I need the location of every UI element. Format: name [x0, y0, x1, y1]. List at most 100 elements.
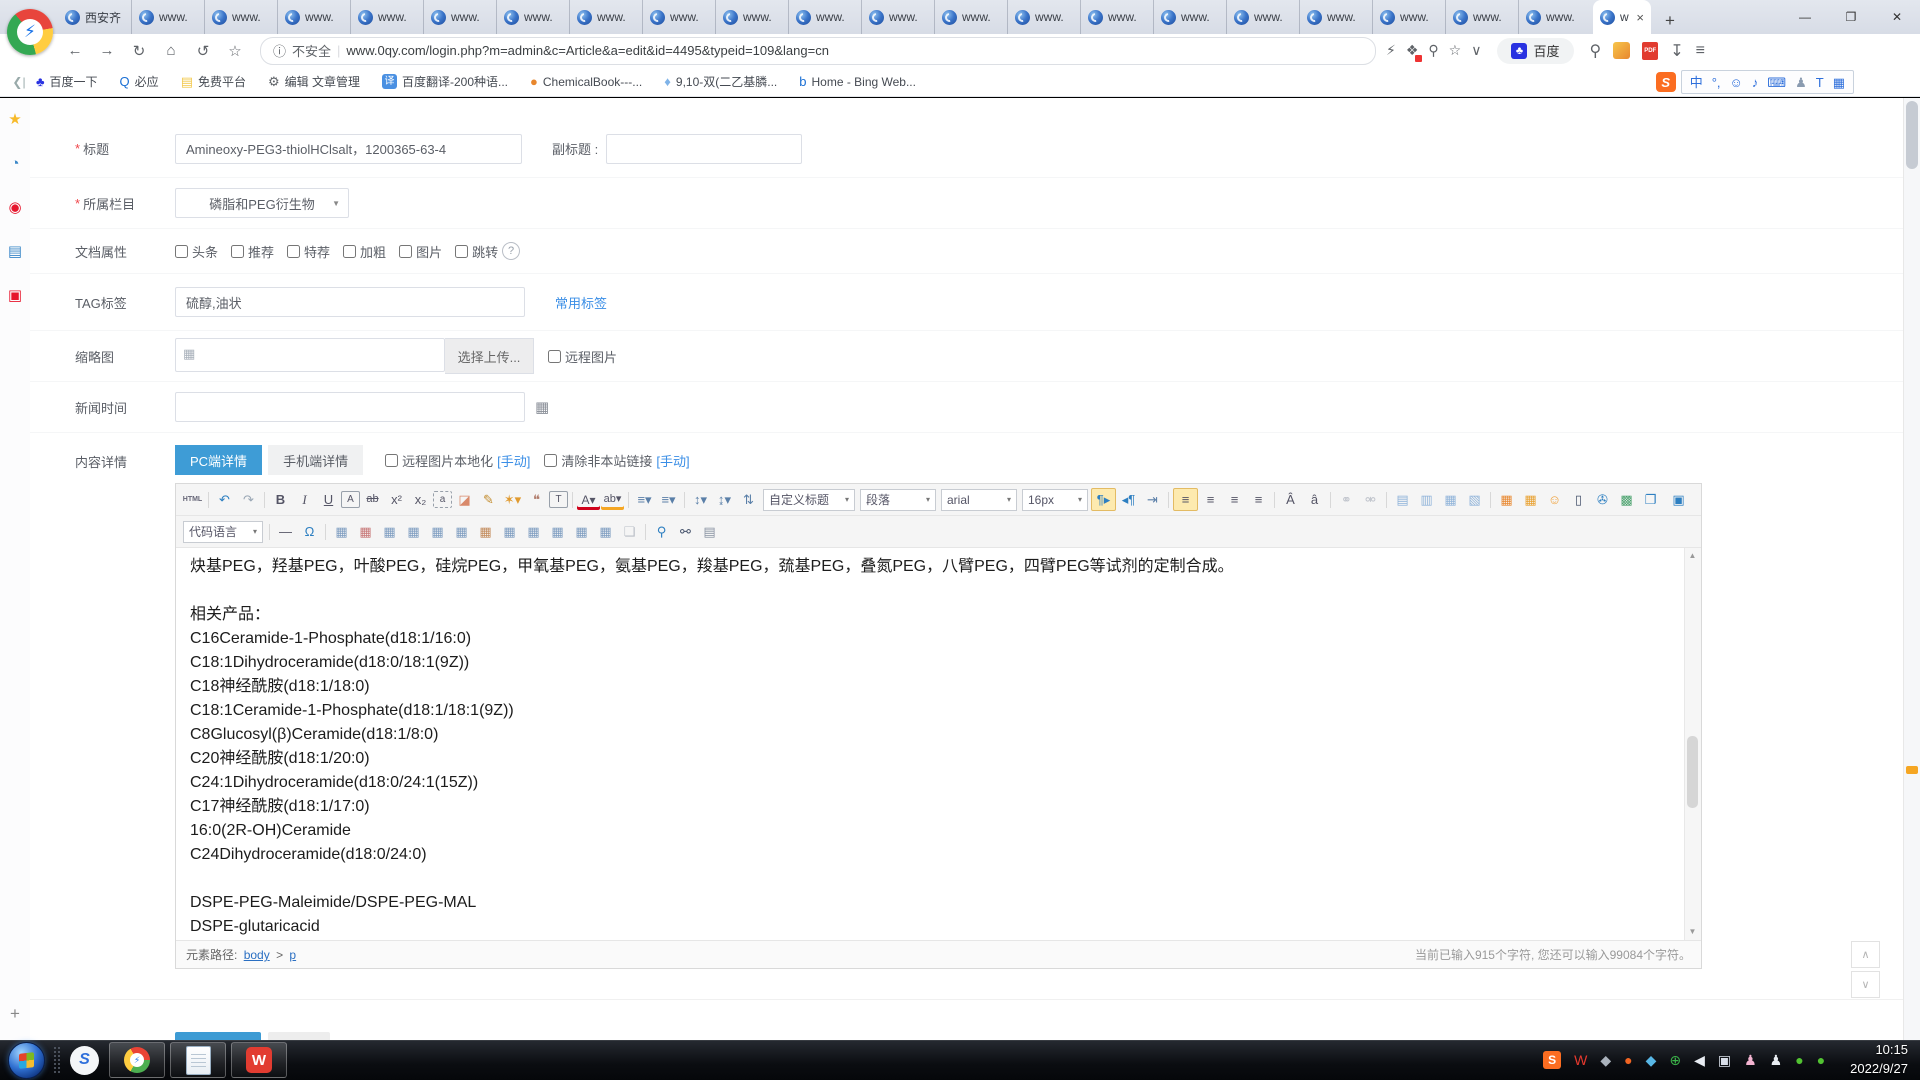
checkbox-input[interactable]	[343, 245, 356, 258]
pdf-extension-icon[interactable]: PDF	[1642, 42, 1658, 60]
bookmark-item[interactable]: ♦ 9,10-双(二乙基膦...	[664, 73, 777, 90]
browser-tab[interactable]: www.	[131, 0, 204, 34]
browser-tab[interactable]: www.	[350, 0, 423, 34]
network-icon[interactable]: ▣	[1718, 1053, 1731, 1067]
checkbox-input[interactable]	[175, 245, 188, 258]
browser-tab[interactable]: www.	[642, 0, 715, 34]
insert-row-below-icon[interactable]: ▦	[474, 521, 497, 542]
restore-session-icon[interactable]: ↺	[190, 38, 216, 64]
unlink-icon[interactable]: ⚮	[1359, 489, 1382, 510]
fullscreen-icon[interactable]: ▣	[1667, 489, 1690, 510]
align-center-icon[interactable]: ≡	[1199, 489, 1222, 510]
zoom-icon[interactable]: ⚲	[1428, 42, 1438, 59]
align-right-icon[interactable]: ≡	[1223, 489, 1246, 510]
browser-tab[interactable]: www.	[1299, 0, 1372, 34]
doc-attr-checkbox[interactable]: 头条	[175, 242, 218, 261]
merge-cells-icon[interactable]: ▦	[570, 521, 593, 542]
page-embed-icon[interactable]: ❐	[1639, 489, 1662, 510]
subtitle-input[interactable]	[606, 134, 802, 164]
doc-attr-checkbox[interactable]: 图片	[399, 242, 442, 261]
clear-external-links-checkbox[interactable]: 清除非本站链接 [手动]	[544, 451, 689, 470]
ime-account-icon[interactable]: ♟	[1795, 76, 1807, 89]
ime-toolbox-icon[interactable]: ▦	[1833, 76, 1845, 89]
new-tab-button[interactable]: +	[1657, 8, 1683, 34]
media-icon[interactable]: ▯	[1567, 489, 1590, 510]
remote-image-checkbox[interactable]: 远程图片	[548, 347, 617, 366]
superscript-icon[interactable]: x²	[385, 489, 408, 510]
wechat-2-icon[interactable]: ●	[1817, 1053, 1825, 1067]
forward-icon[interactable]: →	[94, 38, 120, 64]
add-panel-icon[interactable]: +	[0, 1004, 30, 1024]
orange-extension-icon[interactable]	[1613, 42, 1630, 59]
scrollbar-thumb[interactable]	[1906, 101, 1918, 169]
table-template-icon[interactable]: ❏	[618, 521, 641, 542]
help-icon[interactable]: ?	[502, 242, 520, 260]
ime-punct-icon[interactable]: °,	[1712, 76, 1721, 89]
ime-skin-icon[interactable]: T	[1816, 76, 1824, 89]
undo-icon[interactable]: ↶	[213, 489, 236, 510]
localize-remote-images-checkbox[interactable]: 远程图片本地化 [手动]	[385, 451, 530, 470]
browser-tab[interactable]: www.	[1372, 0, 1445, 34]
category-select[interactable]: 磷脂和PEG衍生物 ▼	[175, 188, 349, 218]
notepad-app-button[interactable]	[170, 1042, 226, 1078]
tag-input[interactable]	[175, 287, 525, 317]
font-box-icon[interactable]: A	[341, 491, 360, 508]
news-time-input[interactable]	[175, 392, 525, 422]
anchor-icon[interactable]: a	[433, 491, 452, 508]
format-select[interactable]: 段落 ▾	[860, 489, 936, 511]
browser-tab[interactable]: www.	[715, 0, 788, 34]
tab-pc-detail[interactable]: PC端详情	[175, 445, 262, 475]
split-cells-icon[interactable]: ▦	[594, 521, 617, 542]
map-icon[interactable]: ▩	[1615, 489, 1638, 510]
ime-mode-icon[interactable]: 中	[1690, 76, 1703, 89]
bookmark-star-icon[interactable]: ☆	[1449, 42, 1462, 59]
ltr-icon[interactable]: ¶▸	[1091, 488, 1116, 511]
manual-link[interactable]: [手动]	[497, 451, 530, 470]
bookmark-item[interactable]: b Home - Bing Web...	[799, 75, 916, 89]
paragraph-space-icon[interactable]: ↨▾	[713, 489, 736, 510]
hr-icon[interactable]: —	[274, 521, 297, 542]
start-button[interactable]	[8, 1042, 45, 1079]
browser-tab[interactable]: www.	[1518, 0, 1591, 34]
common-tags-link[interactable]: 常用标签	[555, 293, 607, 312]
bookmark-item[interactable]: ● ChemicalBook---...	[530, 75, 642, 89]
reload-icon[interactable]: ↻	[126, 38, 152, 64]
unordered-list-icon[interactable]: ≡▾	[657, 489, 680, 510]
doc-attr-checkbox[interactable]: 推荐	[231, 242, 274, 261]
title-input[interactable]	[175, 134, 522, 164]
letter-space-icon[interactable]: ⇅	[737, 489, 760, 510]
browser-tab[interactable]: www.	[1080, 0, 1153, 34]
italic-icon[interactable]: I	[293, 489, 316, 510]
back-icon[interactable]: ←	[62, 38, 88, 64]
ime-keyboard-icon[interactable]: ⌨	[1767, 76, 1786, 89]
extension-puzzle-icon[interactable]: ❖	[1406, 42, 1419, 59]
upload-button[interactable]: 选择上传...	[445, 338, 534, 374]
tab-close-icon[interactable]: ×	[1636, 10, 1644, 25]
qq-pink-icon[interactable]: ♟	[1744, 1053, 1757, 1067]
blockquote-icon[interactable]: ❝	[525, 489, 548, 510]
align-justify-icon[interactable]: ≡	[1247, 489, 1270, 510]
info-icon[interactable]: ⓘ	[273, 41, 286, 60]
image-block-icon[interactable]: ▧	[1463, 489, 1486, 510]
font-color-icon[interactable]: A▾	[577, 489, 600, 510]
paste-word-icon[interactable]: ▤	[698, 521, 721, 542]
download-icon[interactable]: ↧	[1670, 41, 1683, 61]
font-size-select[interactable]: 16px ▾	[1022, 489, 1088, 511]
checkbox-input[interactable]	[399, 245, 412, 258]
image-left-icon[interactable]: ▤	[1391, 489, 1414, 510]
browser-tab[interactable]: www.	[204, 0, 277, 34]
insert-table-icon[interactable]: ▦	[330, 521, 353, 542]
active-tab[interactable]: w ×	[1593, 0, 1651, 34]
strikethrough-icon[interactable]: ab	[361, 489, 384, 510]
browser-tab[interactable]: www.	[569, 0, 642, 34]
attachment-icon[interactable]: ✇	[1591, 489, 1614, 510]
browser-scrollbar[interactable]	[1903, 98, 1920, 1040]
ime-voice-icon[interactable]: ♪	[1752, 76, 1759, 89]
ordered-list-icon[interactable]: ≡▾	[633, 489, 656, 510]
format-brush-icon[interactable]: ✎	[477, 489, 500, 510]
indent-icon[interactable]: ⇥	[1141, 489, 1164, 510]
scroll-up-icon[interactable]: ▲	[1685, 549, 1700, 563]
cell-props-icon[interactable]: ▦	[402, 521, 425, 542]
image-right-icon[interactable]: ▦	[1439, 489, 1462, 510]
submit-button[interactable]: 确认提交	[175, 1032, 261, 1040]
